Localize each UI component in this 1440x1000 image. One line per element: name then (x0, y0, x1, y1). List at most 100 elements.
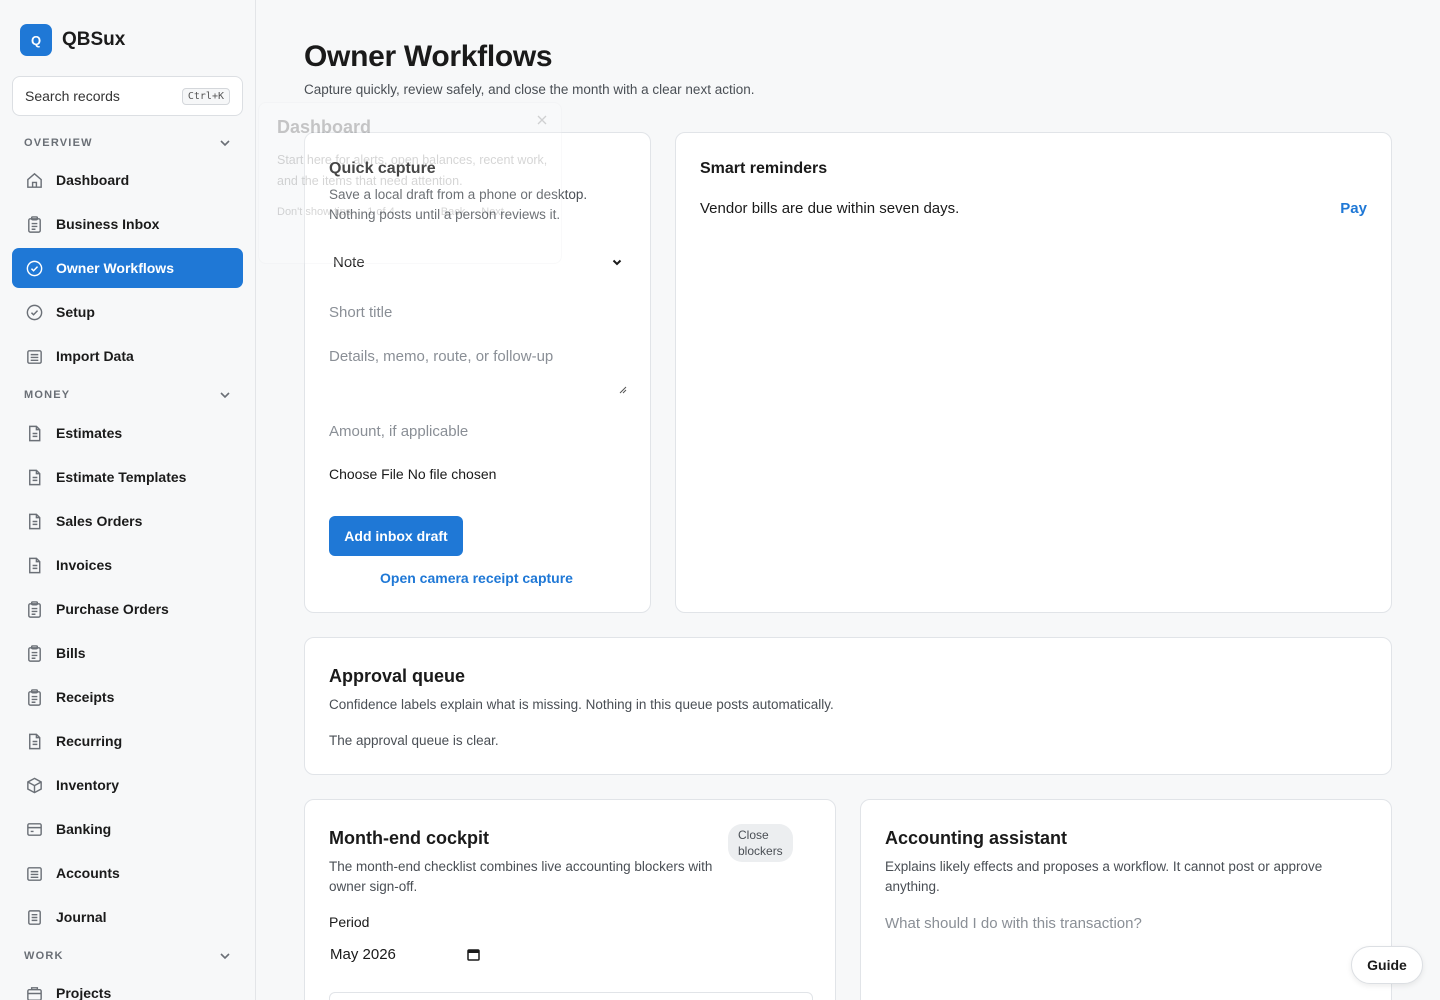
nav-journal-label: Journal (56, 909, 107, 925)
nav-banking[interactable]: Banking (12, 809, 243, 849)
clipboard-icon (24, 643, 44, 663)
tip-body: Start here for alerts, open balances, re… (277, 153, 548, 188)
file-input[interactable]: Choose File No file chosen (329, 466, 496, 482)
nav-recurring-label: Recurring (56, 733, 123, 749)
nav-estimates-label: Estimates (56, 425, 123, 441)
chevron-down-icon (220, 953, 230, 960)
badge-line-2: blockers (738, 844, 783, 858)
approval-queue-status: The approval queue is clear. (329, 733, 499, 748)
amount-input[interactable]: Amount, if applicable (329, 423, 627, 440)
nav-inventory-label: Inventory (56, 777, 120, 793)
file-status: No file chosen (407, 466, 497, 482)
nav-accounts-label: Accounts (56, 865, 120, 881)
nav-owner-workflows[interactable]: Owner Workflows (12, 248, 243, 288)
nav-import-data[interactable]: Import Data (12, 336, 243, 376)
nav-business-inbox[interactable]: Business Inbox (12, 204, 243, 244)
nav-estimates[interactable]: Estimates (12, 413, 243, 453)
open-camera-capture-link[interactable]: Open camera receipt capture (380, 570, 573, 586)
close-icon[interactable] (537, 115, 547, 125)
nav-projects-label: Projects (56, 985, 112, 1000)
dont-show-tips-button[interactable]: Don't show tips (277, 206, 351, 218)
nav-inventory[interactable]: Inventory (12, 765, 243, 805)
nav-owner-workflows-label: Owner Workflows (56, 260, 174, 276)
month-end-title: Month-end cockpit (329, 828, 489, 848)
box-icon (24, 775, 44, 795)
resize-handle-icon[interactable] (618, 385, 627, 394)
approval-queue-title: Approval queue (329, 666, 466, 686)
nav-receipts[interactable]: Receipts (12, 677, 243, 717)
bank-card-icon (24, 819, 44, 839)
nav-invoices-label: Invoices (56, 557, 113, 573)
accounting-assistant-card: Accounting assistant Explains likely eff… (860, 799, 1392, 1000)
document-icon (24, 731, 44, 751)
approval-queue-description: Confidence labels explain what is missin… (329, 697, 834, 712)
calendar-icon[interactable] (467, 948, 480, 961)
section-money[interactable]: MONEY (24, 388, 232, 402)
period-value: May 2026 (330, 946, 396, 963)
reminder-text: Vendor bills are due within seven days. (700, 200, 960, 217)
document-icon (24, 467, 44, 487)
section-work-label: WORK (24, 950, 64, 962)
sidebar: Q QBSux Search records Ctrl+K OVERVIEW D… (0, 0, 256, 1000)
document-icon (24, 423, 44, 443)
home-icon (24, 170, 44, 190)
nav-import-data-label: Import Data (56, 348, 134, 364)
section-work[interactable]: WORK (24, 949, 232, 963)
nav-purchase-orders-label: Purchase Orders (56, 601, 169, 617)
document-icon (24, 555, 44, 575)
check-circle-icon (24, 258, 44, 278)
nav-sales-orders[interactable]: Sales Orders (12, 501, 243, 541)
nav-business-inbox-label: Business Inbox (56, 216, 160, 232)
nav-sales-orders-label: Sales Orders (56, 513, 143, 529)
main-content: Owner Workflows Capture quickly, review … (256, 0, 1440, 1000)
nav-setup-label: Setup (56, 304, 95, 320)
assistant-question-input[interactable]: What should I do with this transaction? (885, 915, 1365, 932)
nav-bills[interactable]: Bills (12, 633, 243, 673)
guide-button[interactable]: Guide (1351, 946, 1423, 984)
add-inbox-draft-button[interactable]: Add inbox draft (329, 516, 463, 556)
search-placeholder: Search records (25, 88, 120, 104)
tip-title: Dashboard (277, 117, 372, 137)
nav-invoices[interactable]: Invoices (12, 545, 243, 585)
clipboard-icon (24, 599, 44, 619)
list-icon (24, 346, 44, 366)
brand[interactable]: Q QBSux (20, 24, 125, 56)
period-label: Period (329, 914, 370, 930)
journal-icon (24, 907, 44, 927)
choose-file-button[interactable]: Choose File (329, 466, 404, 482)
close-blockers-badge: Close blockers (728, 824, 793, 862)
nav-journal[interactable]: Journal (12, 897, 243, 937)
clipboard-icon (24, 687, 44, 707)
tip-back-button[interactable]: Back (441, 206, 465, 218)
nav-purchase-orders[interactable]: Purchase Orders (12, 589, 243, 629)
app-name: QBSux (62, 29, 126, 50)
assistant-title: Accounting assistant (885, 828, 1068, 848)
page-subtitle: Capture quickly, review safely, and clos… (304, 82, 755, 97)
section-overview[interactable]: OVERVIEW (24, 136, 232, 150)
details-textarea[interactable]: Details, memo, route, or follow-up (329, 348, 627, 394)
tip-counter: 1 of 4 (367, 206, 395, 218)
search-records[interactable]: Search records Ctrl+K (12, 76, 243, 116)
nav-projects[interactable]: Projects (12, 973, 243, 1000)
nav-estimate-templates-label: Estimate Templates (56, 469, 187, 485)
nav-recurring[interactable]: Recurring (12, 721, 243, 761)
checklist-box (329, 992, 813, 1000)
month-end-description: The month-end checklist combines live ac… (329, 859, 713, 894)
nav-bills-label: Bills (56, 645, 86, 661)
briefcase-icon (24, 983, 44, 1000)
nav-dashboard-label: Dashboard (56, 172, 130, 188)
list-icon (24, 863, 44, 883)
app-logo: Q (20, 24, 52, 56)
short-title-input[interactable]: Short title (329, 304, 627, 321)
tip-next-button[interactable]: Next (481, 206, 504, 218)
month-end-cockpit-card: Month-end cockpit Close blockers The mon… (304, 799, 836, 1000)
nav-receipts-label: Receipts (56, 689, 115, 705)
nav-dashboard[interactable]: Dashboard (12, 160, 243, 200)
chevron-down-icon (220, 140, 230, 147)
period-input[interactable]: May 2026 (330, 946, 480, 963)
pay-link[interactable]: Pay (1340, 200, 1367, 217)
nav-accounts[interactable]: Accounts (12, 853, 243, 893)
nav-setup[interactable]: Setup (12, 292, 243, 332)
nav-estimate-templates[interactable]: Estimate Templates (12, 457, 243, 497)
page-title: Owner Workflows (304, 40, 553, 73)
